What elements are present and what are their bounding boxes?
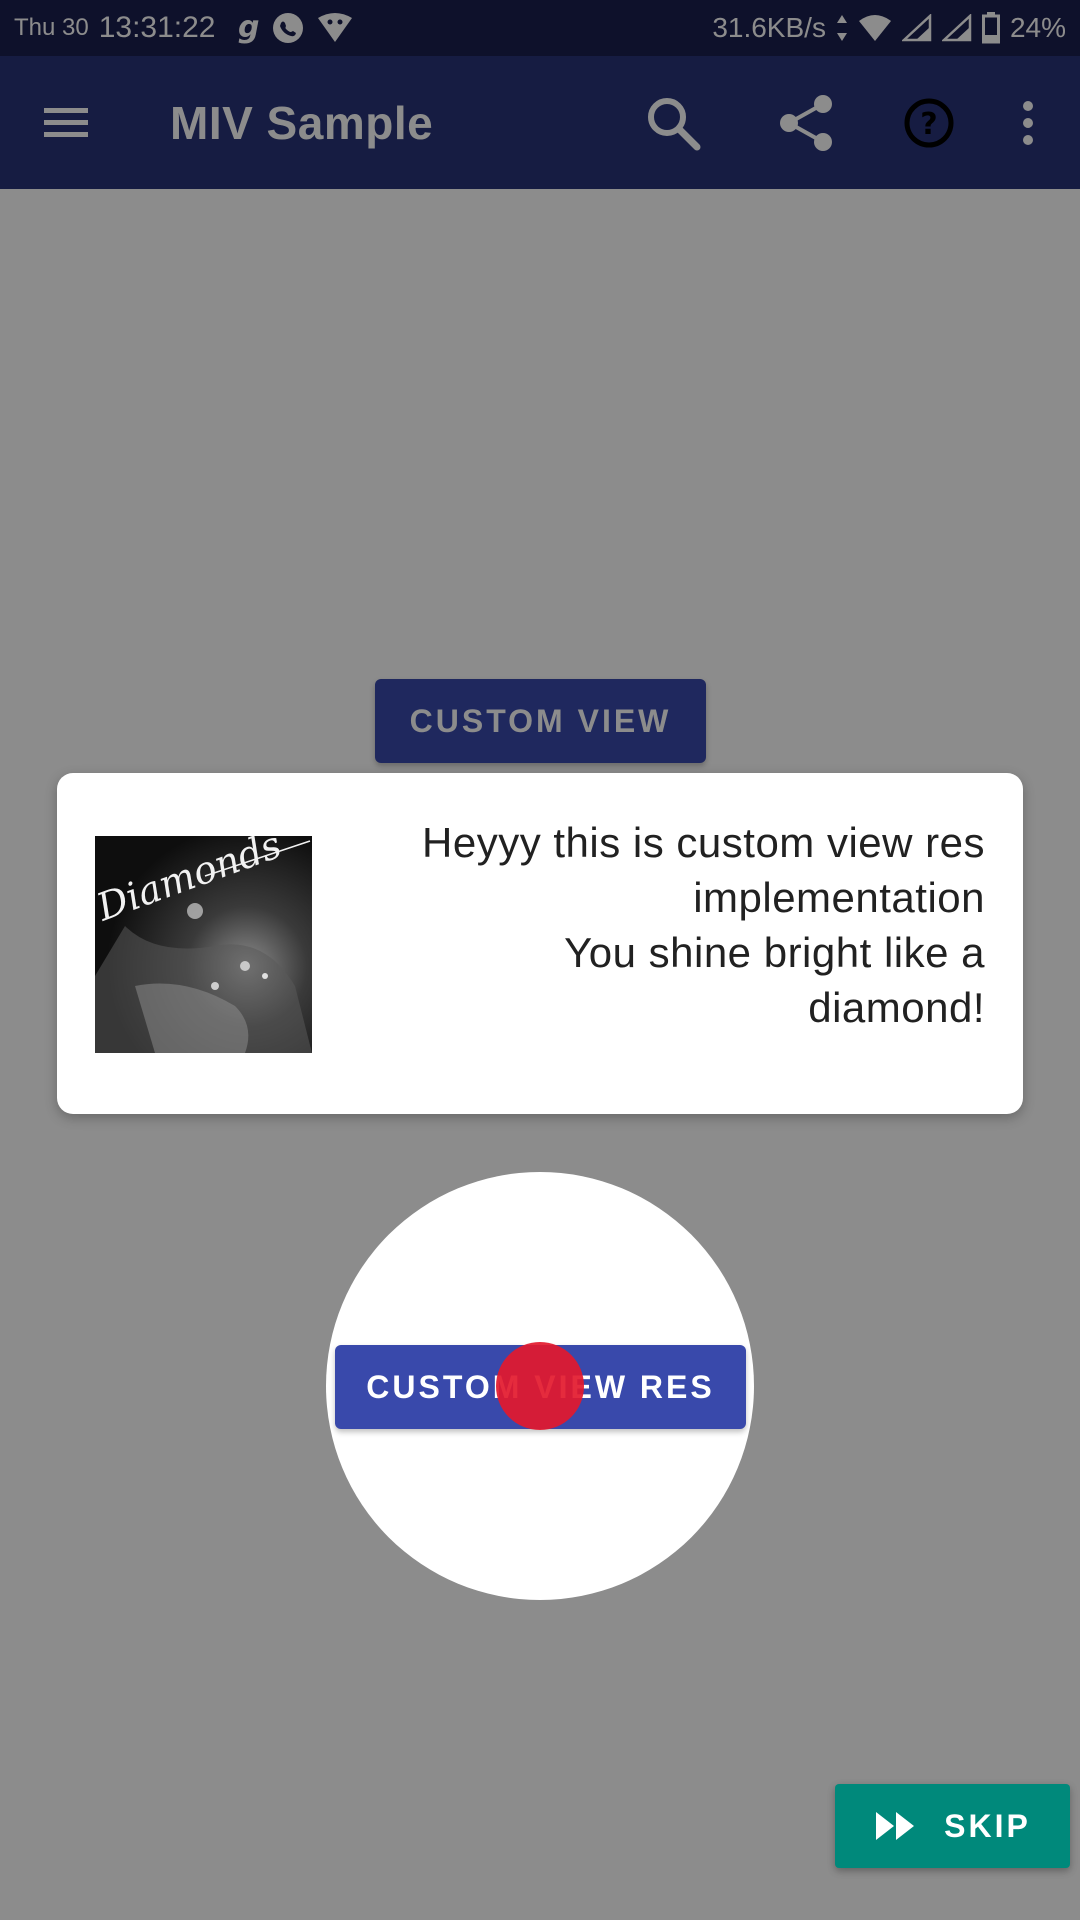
intro-card: Diamonds Heyyy this is custom view res i… — [57, 773, 1023, 1114]
g-app-icon: g — [236, 11, 260, 45]
vpn-icon — [316, 12, 354, 44]
menu-button[interactable] — [36, 96, 96, 148]
fast-forward-icon — [876, 1812, 915, 1840]
battery-icon — [981, 12, 1000, 44]
wifi-icon — [858, 14, 892, 42]
app-bar: MIV Sample ? — [0, 56, 1080, 189]
battery-percent: 24% — [1009, 12, 1066, 43]
network-speed: 31.6KB/s — [712, 12, 826, 43]
more-vert-icon — [1023, 101, 1033, 145]
data-arrows-icon — [836, 13, 848, 43]
signal-icon — [941, 14, 972, 42]
intro-text-line: implementation — [693, 874, 985, 921]
search-button[interactable] — [640, 90, 706, 156]
tap-target-indicator[interactable] — [496, 1342, 584, 1430]
signal-icon — [901, 14, 932, 42]
share-icon — [780, 95, 832, 151]
help-icon: ? — [904, 98, 954, 148]
search-icon — [648, 98, 701, 151]
custom-view-button[interactable]: CUSTOM VIEW — [375, 679, 706, 763]
status-bar: Thu 30 13:31:22 g 31.6KB/s 24% — [0, 0, 1080, 56]
status-time: 13:31:22 — [98, 11, 216, 44]
share-button[interactable] — [773, 90, 839, 156]
status-date: Thu 30 — [14, 14, 89, 41]
whatsapp-icon — [270, 10, 306, 46]
app-title: MIV Sample — [170, 97, 434, 149]
album-art-image: Diamonds — [95, 836, 312, 1053]
overflow-menu-button[interactable] — [995, 90, 1061, 156]
skip-button[interactable]: SKIP — [835, 1784, 1070, 1868]
help-button[interactable]: ? — [896, 90, 962, 156]
intro-text-line: Heyyy this is custom view res — [422, 819, 985, 866]
intro-text-line: You shine bright like a — [564, 929, 985, 976]
intro-card-text: Heyyy this is custom view res implementa… — [345, 815, 985, 1035]
svg-text:?: ? — [920, 107, 937, 142]
skip-label: SKIP — [944, 1807, 1031, 1844]
svg-text:g: g — [238, 11, 259, 45]
menu-icon — [44, 108, 88, 137]
intro-text-line: diamond! — [808, 984, 985, 1031]
